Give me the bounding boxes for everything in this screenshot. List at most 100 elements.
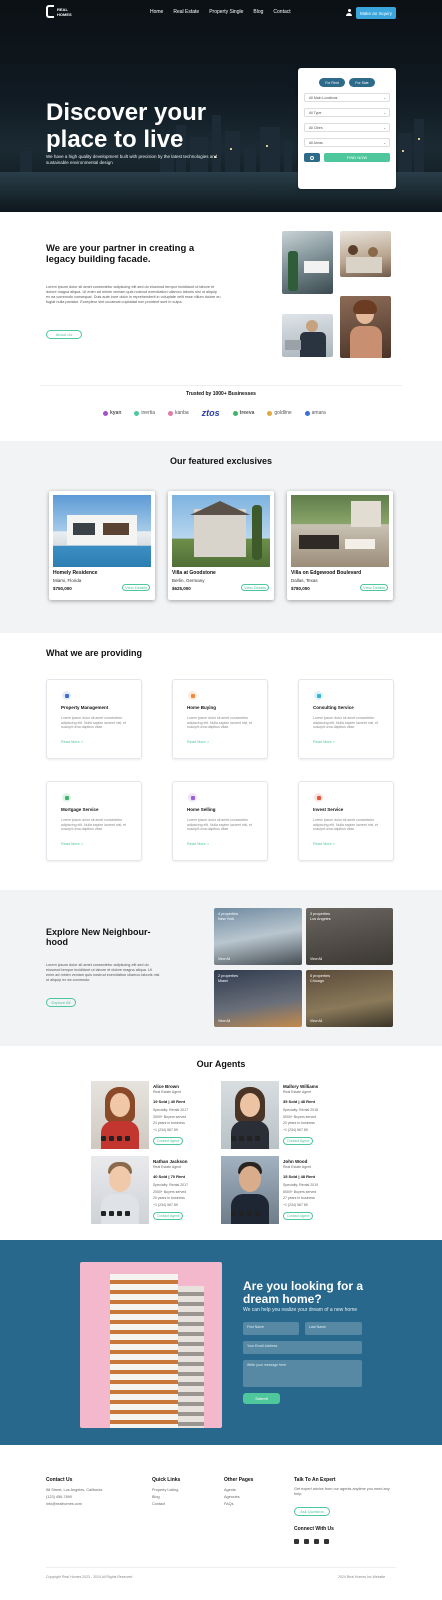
facebook-icon[interactable] xyxy=(304,1539,309,1544)
service-card[interactable]: Property Management Lorem ipsum dolor si… xyxy=(46,679,142,759)
agent-name: Mallory Williams xyxy=(283,1084,319,1089)
find-now-button[interactable]: FIND NOW xyxy=(324,153,390,162)
about-us-button[interactable]: About Us xyxy=(46,330,82,339)
read-more-link[interactable]: Read More > xyxy=(61,740,83,744)
service-card[interactable]: Mortgage Service Lorem ipsum dolor sit a… xyxy=(46,781,142,861)
city-select[interactable]: All Cities ⌄ xyxy=(304,123,390,132)
contact-agent-button[interactable]: Contact Agent xyxy=(153,1137,183,1145)
pinterest-icon[interactable] xyxy=(314,1539,319,1544)
read-more-link[interactable]: Read More > xyxy=(61,842,83,846)
nav-link-contact[interactable]: Contact xyxy=(273,9,290,15)
cta-title: Are you looking for a dream home? xyxy=(243,1279,364,1306)
nav-link-home[interactable]: Home xyxy=(150,9,163,15)
agent-role: Real Estate Agent xyxy=(283,1165,312,1169)
property-management-icon xyxy=(62,691,71,700)
twitter-icon[interactable] xyxy=(255,1136,260,1141)
contact-agent-button[interactable]: Contact Agent xyxy=(283,1137,313,1145)
office-photo-1 xyxy=(282,231,333,294)
agent-card[interactable]: John Wood Real Estate Agent 15 Sold | 48… xyxy=(221,1156,333,1224)
neighbourhood-tile[interactable]: 4 properties New York View All xyxy=(214,908,302,965)
tab-for-rent[interactable]: For Rent xyxy=(319,78,345,87)
agent-card[interactable]: Mallory Williams Real Estate Agent 35 So… xyxy=(221,1081,333,1149)
explore-all-button[interactable]: Explore All xyxy=(46,998,76,1007)
neighbourhood-body: Lorem ipsum dolor sit amet consectetur a… xyxy=(46,963,160,982)
instagram-icon[interactable] xyxy=(101,1136,106,1141)
twitter-icon[interactable] xyxy=(125,1136,130,1141)
read-more-link[interactable]: Read More > xyxy=(313,740,335,744)
message-field[interactable]: Write your message here xyxy=(243,1360,362,1387)
service-card[interactable]: Invest Service Lorem ipsum dolor sit ame… xyxy=(298,781,394,861)
instagram-icon[interactable] xyxy=(231,1211,236,1216)
first-name-field[interactable]: First Name xyxy=(243,1322,299,1335)
property-price: $750,000 xyxy=(53,586,72,591)
property-card[interactable]: Villa at Goodstone Berlin, Germany $625,… xyxy=(168,491,274,600)
view-details-button[interactable]: View Details xyxy=(241,584,269,591)
view-all-link[interactable]: View All xyxy=(218,957,230,961)
inquiry-button[interactable]: Make an Inquiry xyxy=(356,7,396,19)
footer-link[interactable]: Blog xyxy=(152,1494,178,1501)
read-more-link[interactable]: Read More > xyxy=(187,842,209,846)
service-card[interactable]: Home Selling Lorem ipsum dolor sit amet … xyxy=(172,781,268,861)
neighbourhood-tile[interactable]: 2 properties Miami View All xyxy=(214,970,302,1027)
tab-for-sale[interactable]: For Sale xyxy=(349,78,375,87)
copyright-text: Copyright Real Homes 2023 - 2024 All Rig… xyxy=(46,1575,133,1579)
twitter-icon[interactable] xyxy=(255,1211,260,1216)
footer-link[interactable]: Agencies xyxy=(224,1494,240,1501)
service-name: Mortgage Service xyxy=(61,807,99,812)
contact-agent-button[interactable]: Contact Agent xyxy=(283,1212,313,1220)
area-select[interactable]: All Areas ⌄ xyxy=(304,138,390,147)
agent-role: Real Estate Agent xyxy=(153,1165,182,1169)
pinterest-icon[interactable] xyxy=(247,1136,252,1141)
instagram-icon[interactable] xyxy=(101,1211,106,1216)
ask-question-button[interactable]: Ask Question xyxy=(294,1507,330,1516)
agent-card[interactable]: Nathan Jackson Real Estate Agent 40 Sold… xyxy=(91,1156,203,1224)
view-all-link[interactable]: View All xyxy=(310,957,322,961)
view-all-link[interactable]: View All xyxy=(310,1019,322,1023)
service-card[interactable]: Consulting Service Lorem ipsum dolor sit… xyxy=(298,679,394,759)
user-icon[interactable] xyxy=(346,9,352,16)
footer-link[interactable]: Contact xyxy=(152,1501,178,1508)
nav-link-property-single[interactable]: Property Single xyxy=(209,9,243,15)
property-card[interactable]: Villa on Edgewood Boulevard Dallas, Texa… xyxy=(287,491,393,600)
footer-link[interactable]: Property Listing xyxy=(152,1487,178,1494)
twitter-icon[interactable] xyxy=(125,1211,130,1216)
footer-link[interactable]: FAQs xyxy=(224,1501,240,1508)
twitter-icon[interactable] xyxy=(324,1539,329,1544)
view-details-button[interactable]: View Details xyxy=(360,584,388,591)
facebook-icon[interactable] xyxy=(239,1211,244,1216)
type-select[interactable]: All Type ⌄ xyxy=(304,108,390,117)
agent-role: Real Estate Agent xyxy=(283,1090,312,1094)
read-more-link[interactable]: Read More > xyxy=(187,740,209,744)
footer-link[interactable]: Agents xyxy=(224,1487,240,1494)
instagram-icon[interactable] xyxy=(294,1539,299,1544)
service-description: Lorem ipsum dolor sit amet consectetur a… xyxy=(187,716,252,729)
facebook-icon[interactable] xyxy=(109,1136,114,1141)
agent-info: Specialty: Rental 2017 2000+ Buyers serve… xyxy=(153,1183,189,1207)
providing-title: What we are providing xyxy=(46,648,143,658)
agent-card[interactable]: Alice Brown Real Estate Agent 19 Sold | … xyxy=(91,1081,203,1149)
email-field[interactable]: Your Email Address xyxy=(243,1341,362,1354)
location-select[interactable]: All Main Locations ⌄ xyxy=(304,93,390,102)
neighbourhood-tile[interactable]: 5 properties Chicago View All xyxy=(306,970,393,1027)
connect-title: Connect With Us xyxy=(294,1526,334,1532)
view-all-link[interactable]: View All xyxy=(218,1019,230,1023)
pinterest-icon[interactable] xyxy=(117,1136,122,1141)
facebook-icon[interactable] xyxy=(239,1136,244,1141)
brand-logo[interactable]: REAL HOMES xyxy=(46,5,72,18)
facebook-icon[interactable] xyxy=(109,1211,114,1216)
pinterest-icon[interactable] xyxy=(247,1211,252,1216)
read-more-link[interactable]: Read More > xyxy=(313,842,335,846)
pinterest-icon[interactable] xyxy=(117,1211,122,1216)
service-card[interactable]: Home Buying Lorem ipsum dolor sit amet c… xyxy=(172,679,268,759)
office-photo-4 xyxy=(340,296,391,358)
view-details-button[interactable]: View Details xyxy=(122,584,150,591)
last-name-field[interactable]: Last Name xyxy=(305,1322,362,1335)
property-card[interactable]: Homely Residence Miami, Florida $750,000… xyxy=(49,491,155,600)
instagram-icon[interactable] xyxy=(231,1136,236,1141)
search-button[interactable] xyxy=(304,153,320,162)
nav-link-real-estate[interactable]: Real Estate xyxy=(173,9,199,15)
contact-agent-button[interactable]: Contact Agent xyxy=(153,1212,183,1220)
neighbourhood-tile[interactable]: 3 properties Los Angeles View All xyxy=(306,908,393,965)
nav-link-blog[interactable]: Blog xyxy=(253,9,263,15)
submit-button[interactable]: Submit xyxy=(243,1393,280,1404)
